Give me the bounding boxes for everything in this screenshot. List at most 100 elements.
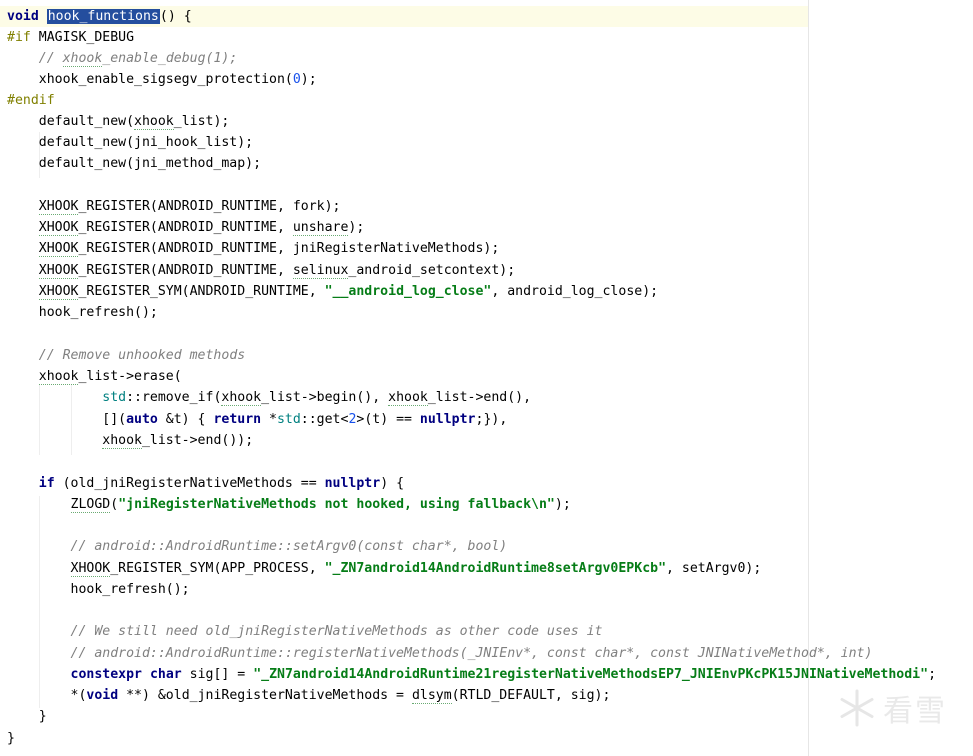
code-text: xhook_enable_sigsegv_protection(: [7, 72, 293, 87]
code-text: [](: [7, 412, 127, 427]
code-text: default_new(jni_method_map);: [7, 156, 262, 171]
code-line-5[interactable]: #endif: [7, 90, 55, 111]
string-literal: "__android_log_close": [324, 284, 492, 299]
keyword: void: [86, 688, 119, 703]
keyword: void: [7, 9, 39, 24]
code-text: );: [554, 497, 571, 512]
code-text: _REGISTER_SYM(APP_PROCESS,: [110, 561, 325, 576]
code-text: (RTLD_DEFAULT, sig);: [451, 688, 611, 703]
code-line-2[interactable]: #if MAGISK_DEBUG: [7, 27, 134, 48]
keyword: nullptr: [419, 412, 476, 427]
code-line-11[interactable]: XHOOK_REGISTER(ANDROID_RUNTIME, unshare)…: [7, 217, 364, 238]
code-text: hook_refresh();: [7, 582, 190, 597]
comment: // android::AndroidRuntime::registerNati…: [70, 646, 873, 661]
code-text: ) {: [380, 476, 405, 491]
macro-name: XHOOK: [38, 220, 79, 236]
preprocessor-directive: #if: [7, 30, 31, 45]
code-line-24[interactable]: ZLOGD("jniRegisterNativeMethods not hook…: [7, 494, 571, 515]
code-line-3[interactable]: // xhook_enable_debug(1);: [7, 48, 237, 69]
number-literal: 0: [292, 72, 301, 87]
comment: _enable_debug(1);: [102, 51, 238, 66]
macro-name: XHOOK: [38, 199, 79, 215]
code-text: ;: [928, 667, 937, 682]
macro-name: XHOOK: [38, 241, 79, 257]
code-text: );: [348, 220, 365, 235]
code-line-15[interactable]: hook_refresh();: [7, 302, 158, 323]
code-text: *: [261, 412, 277, 427]
comment: //: [38, 51, 63, 66]
typo-word: unshare: [292, 220, 349, 236]
typo-word: xhook: [388, 390, 428, 406]
code-line-4[interactable]: xhook_enable_sigsegv_protection(0);: [7, 69, 317, 90]
keyword: nullptr: [324, 476, 381, 491]
code-text: _list->erase(: [78, 369, 182, 384]
code-text: *(: [7, 688, 87, 703]
macro-name: ZLOGD: [70, 497, 111, 513]
code-line-30[interactable]: // We still need old_jniRegisterNativeMe…: [7, 621, 603, 642]
code-text: **) &old_jniRegisterNativeMethods =: [118, 688, 412, 703]
code-text: _list->end(),: [427, 390, 532, 405]
code-text: &t) {: [157, 412, 214, 427]
code-text: , android_log_close);: [491, 284, 659, 299]
code-text: hook_refresh();: [7, 305, 158, 320]
code-line-20[interactable]: [](auto &t) { return *std::get<2>(t) == …: [7, 409, 507, 430]
keyword: if: [38, 476, 55, 491]
code-text: );: [300, 72, 317, 87]
code-line-17[interactable]: // Remove unhooked methods: [7, 345, 245, 366]
keyword: char: [149, 667, 182, 682]
code-line-32[interactable]: constexpr char sig[] = "_ZN7android14And…: [7, 664, 936, 685]
code-line-28[interactable]: hook_refresh();: [7, 579, 190, 600]
code-line-26[interactable]: // android::AndroidRuntime::setArgv0(con…: [7, 536, 508, 557]
code-text: }: [7, 731, 15, 746]
code-text: _list);: [173, 114, 230, 129]
macro-name: XHOOK: [70, 561, 111, 577]
typo-word: dlsym: [411, 688, 452, 704]
code-line-14[interactable]: XHOOK_REGISTER_SYM(ANDROID_RUNTIME, "__a…: [7, 281, 658, 302]
code-line-6[interactable]: default_new(xhook_list);: [7, 111, 229, 132]
namespace: std: [276, 412, 301, 427]
code-line-33[interactable]: *(void **) &old_jniRegisterNativeMethods…: [7, 685, 610, 706]
code-line-31[interactable]: // android::AndroidRuntime::registerNati…: [7, 643, 873, 664]
code-line-21[interactable]: xhook_list->end());: [7, 430, 253, 451]
code-text: () {: [159, 9, 192, 24]
comment: // android::AndroidRuntime::setArgv0(con…: [70, 539, 508, 554]
code-text: _REGISTER(ANDROID_RUNTIME,: [78, 220, 293, 235]
string-literal: "_ZN7android14AndroidRuntime8setArgv0EPK…: [324, 561, 667, 576]
code-line-19[interactable]: std::remove_if(xhook_list->begin(), xhoo…: [7, 387, 531, 408]
code-line-34[interactable]: }: [7, 706, 47, 727]
watermark: 看雪: [837, 686, 947, 730]
typo-word: selinux: [292, 263, 349, 279]
code-text: (: [110, 497, 119, 512]
keyword: constexpr: [70, 667, 142, 682]
selected-identifier[interactable]: hook_functions: [46, 9, 160, 24]
macro-name: XHOOK: [38, 263, 79, 279]
code-text: _REGISTER_SYM(ANDROID_RUNTIME,: [78, 284, 325, 299]
code-editor[interactable]: void hook_functions() { #if MAGISK_DEBUG…: [0, 0, 973, 756]
code-line-12[interactable]: XHOOK_REGISTER(ANDROID_RUNTIME, jniRegis…: [7, 238, 499, 259]
code-line-7[interactable]: default_new(jni_hook_list);: [7, 132, 253, 153]
code-line-35[interactable]: }: [7, 728, 15, 749]
code-line-13[interactable]: XHOOK_REGISTER(ANDROID_RUNTIME, selinux_…: [7, 260, 515, 281]
macro-name: XHOOK: [38, 284, 79, 300]
code-text: default_new(: [7, 114, 135, 129]
code-text: ::remove_if(: [126, 390, 222, 405]
typo-word: xhook: [38, 369, 79, 385]
code-line-8[interactable]: default_new(jni_method_map);: [7, 153, 261, 174]
code-line-10[interactable]: XHOOK_REGISTER(ANDROID_RUNTIME, fork);: [7, 196, 340, 217]
code-line-1[interactable]: void hook_functions() {: [7, 6, 192, 27]
code-line-18[interactable]: xhook_list->erase(: [7, 366, 182, 387]
code-line-27[interactable]: XHOOK_REGISTER_SYM(APP_PROCESS, "_ZN7and…: [7, 558, 761, 579]
code-line-23[interactable]: if (old_jniRegisterNativeMethods == null…: [7, 473, 404, 494]
preprocessor-directive: #endif: [7, 93, 55, 108]
